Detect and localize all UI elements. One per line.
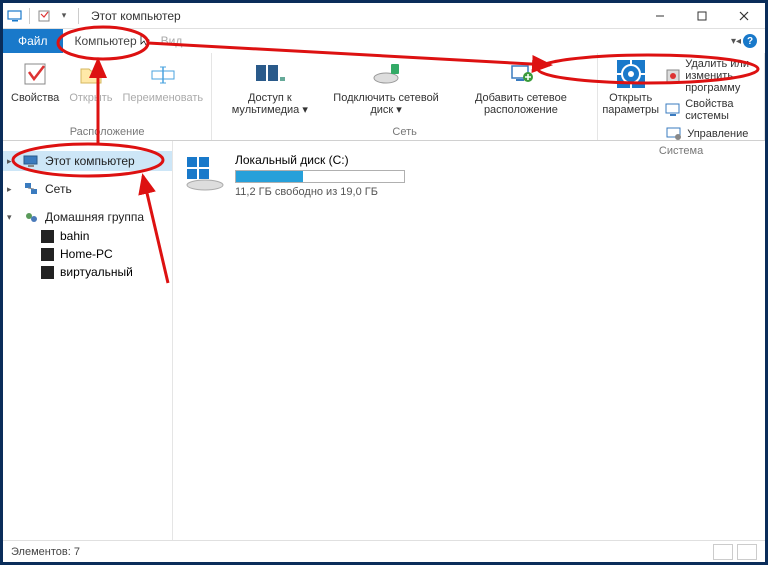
window-controls bbox=[639, 3, 765, 29]
nav-homegroup-item[interactable]: Home-PC bbox=[3, 245, 172, 263]
network-group-title: Сеть bbox=[392, 126, 416, 140]
ribbon-tabs: Файл Компьютер Вид ▾◂ ? bbox=[3, 29, 765, 53]
ribbon: Свойства Открыть Переименовать Расположе… bbox=[3, 53, 765, 141]
ribbon-right-controls: ▾◂ ? bbox=[731, 34, 757, 48]
connect-drive-label: Подключить сетевой диск ▾ bbox=[329, 92, 442, 116]
rename-icon bbox=[148, 57, 178, 91]
manage-label: Управление bbox=[687, 128, 748, 140]
computer-tab[interactable]: Компьютер bbox=[63, 29, 149, 53]
drive-item[interactable]: Локальный диск (C:) 11,2 ГБ свободно из … bbox=[183, 153, 755, 198]
user-icon bbox=[41, 230, 54, 243]
nav-network[interactable]: ▸ Сеть bbox=[3, 179, 172, 199]
collapse-arrow-icon[interactable]: ▾ bbox=[7, 212, 12, 223]
rename-button[interactable]: Переименовать bbox=[119, 55, 208, 126]
open-settings-button[interactable]: Открыть параметры bbox=[602, 55, 659, 145]
add-network-label: Добавить сетевое расположение bbox=[453, 92, 590, 116]
nav-this-pc[interactable]: ▸ Этот компьютер bbox=[3, 151, 172, 171]
details-view-icon[interactable] bbox=[713, 544, 733, 560]
qat-dropdown-icon[interactable]: ▾ bbox=[56, 9, 72, 23]
nav-homegroup-item[interactable]: bahin bbox=[3, 227, 172, 245]
user-icon bbox=[41, 266, 54, 279]
drive-usage-bar bbox=[235, 170, 405, 183]
this-pc-icon bbox=[7, 9, 23, 23]
open-button[interactable]: Открыть bbox=[65, 55, 116, 126]
file-tab[interactable]: Файл bbox=[3, 29, 63, 53]
view-tab[interactable]: Вид bbox=[149, 29, 195, 53]
media-access-button[interactable]: Доступ к мультимедиа ▾ bbox=[216, 55, 323, 126]
properties-label: Свойства bbox=[11, 92, 59, 104]
view-switch bbox=[713, 544, 757, 560]
uninstall-label: Удалить или изменить программу bbox=[685, 58, 756, 94]
collapse-ribbon-icon[interactable]: ▾◂ bbox=[731, 36, 741, 47]
user-icon bbox=[41, 248, 54, 261]
uninstall-icon bbox=[665, 68, 681, 84]
expand-arrow-icon[interactable]: ▸ bbox=[7, 156, 12, 167]
rename-label: Переименовать bbox=[123, 92, 204, 104]
manage-icon bbox=[665, 126, 683, 142]
connect-drive-button[interactable]: Подключить сетевой диск ▾ bbox=[325, 55, 446, 126]
uninstall-programs-button[interactable]: Удалить или изменить программу bbox=[663, 57, 758, 95]
system-properties-icon bbox=[665, 102, 681, 118]
close-button[interactable] bbox=[723, 3, 765, 29]
nav-homegroup-label: Домашняя группа bbox=[45, 210, 144, 224]
drive-free-text: 11,2 ГБ свободно из 19,0 ГБ bbox=[235, 186, 405, 198]
settings-icon bbox=[615, 57, 647, 91]
add-network-icon bbox=[506, 57, 536, 91]
content-pane[interactable]: Локальный диск (C:) 11,2 ГБ свободно из … bbox=[173, 141, 765, 540]
open-settings-label: Открыть параметры bbox=[602, 92, 659, 116]
nav-homegroup-item[interactable]: виртуальный bbox=[3, 263, 172, 281]
open-icon bbox=[77, 57, 105, 91]
item-count: Элементов: 7 bbox=[11, 546, 80, 558]
homegroup-icon bbox=[23, 210, 39, 224]
nav-this-pc-label: Этот компьютер bbox=[45, 154, 135, 168]
computer-tab-label: Компьютер bbox=[75, 34, 137, 48]
minimize-button[interactable] bbox=[639, 3, 681, 29]
drive-icon bbox=[183, 153, 225, 193]
expand-arrow-icon[interactable]: ▸ bbox=[7, 184, 12, 195]
connect-drive-icon bbox=[371, 57, 401, 91]
add-network-button[interactable]: Добавить сетевое расположение bbox=[449, 55, 594, 126]
properties-button[interactable]: Свойства bbox=[7, 55, 63, 126]
title-bar: ▾ Этот компьютер bbox=[3, 3, 765, 29]
ribbon-group-network: Доступ к мультимедиа ▾ Подключить сетево… bbox=[212, 53, 598, 140]
nav-homegroup[interactable]: ▾ Домашняя группа bbox=[3, 207, 172, 227]
this-pc-icon bbox=[23, 155, 39, 168]
properties-icon bbox=[20, 57, 50, 91]
navigation-pane: ▸ Этот компьютер ▸ Сеть ▾ Домашняя групп… bbox=[3, 141, 173, 540]
separator bbox=[29, 8, 30, 24]
help-icon[interactable]: ? bbox=[743, 34, 757, 48]
location-group-title: Расположение bbox=[70, 126, 145, 140]
nav-network-label: Сеть bbox=[45, 182, 72, 196]
ribbon-group-system: Открыть параметры Удалить или изменить п… bbox=[598, 53, 765, 140]
system-properties-button[interactable]: Свойства системы bbox=[663, 97, 758, 123]
drive-label: Локальный диск (C:) bbox=[235, 153, 405, 167]
system-properties-label: Свойства системы bbox=[685, 98, 756, 122]
maximize-button[interactable] bbox=[681, 3, 723, 29]
drive-info: Локальный диск (C:) 11,2 ГБ свободно из … bbox=[235, 153, 405, 198]
qat-properties-icon[interactable] bbox=[36, 9, 52, 23]
ribbon-group-location: Свойства Открыть Переименовать Расположе… bbox=[3, 53, 212, 140]
network-icon bbox=[23, 182, 39, 196]
media-access-icon bbox=[254, 57, 286, 91]
media-access-label: Доступ к мультимедиа ▾ bbox=[220, 92, 319, 116]
window-title: Этот компьютер bbox=[91, 9, 181, 23]
large-icons-view-icon[interactable] bbox=[737, 544, 757, 560]
quick-access-toolbar: ▾ bbox=[3, 8, 85, 24]
system-options: Удалить или изменить программу Свойства … bbox=[661, 55, 760, 145]
explorer-body: ▸ Этот компьютер ▸ Сеть ▾ Домашняя групп… bbox=[3, 141, 765, 540]
separator bbox=[78, 8, 79, 24]
status-bar: Элементов: 7 bbox=[3, 540, 765, 562]
open-label: Открыть bbox=[69, 92, 112, 104]
